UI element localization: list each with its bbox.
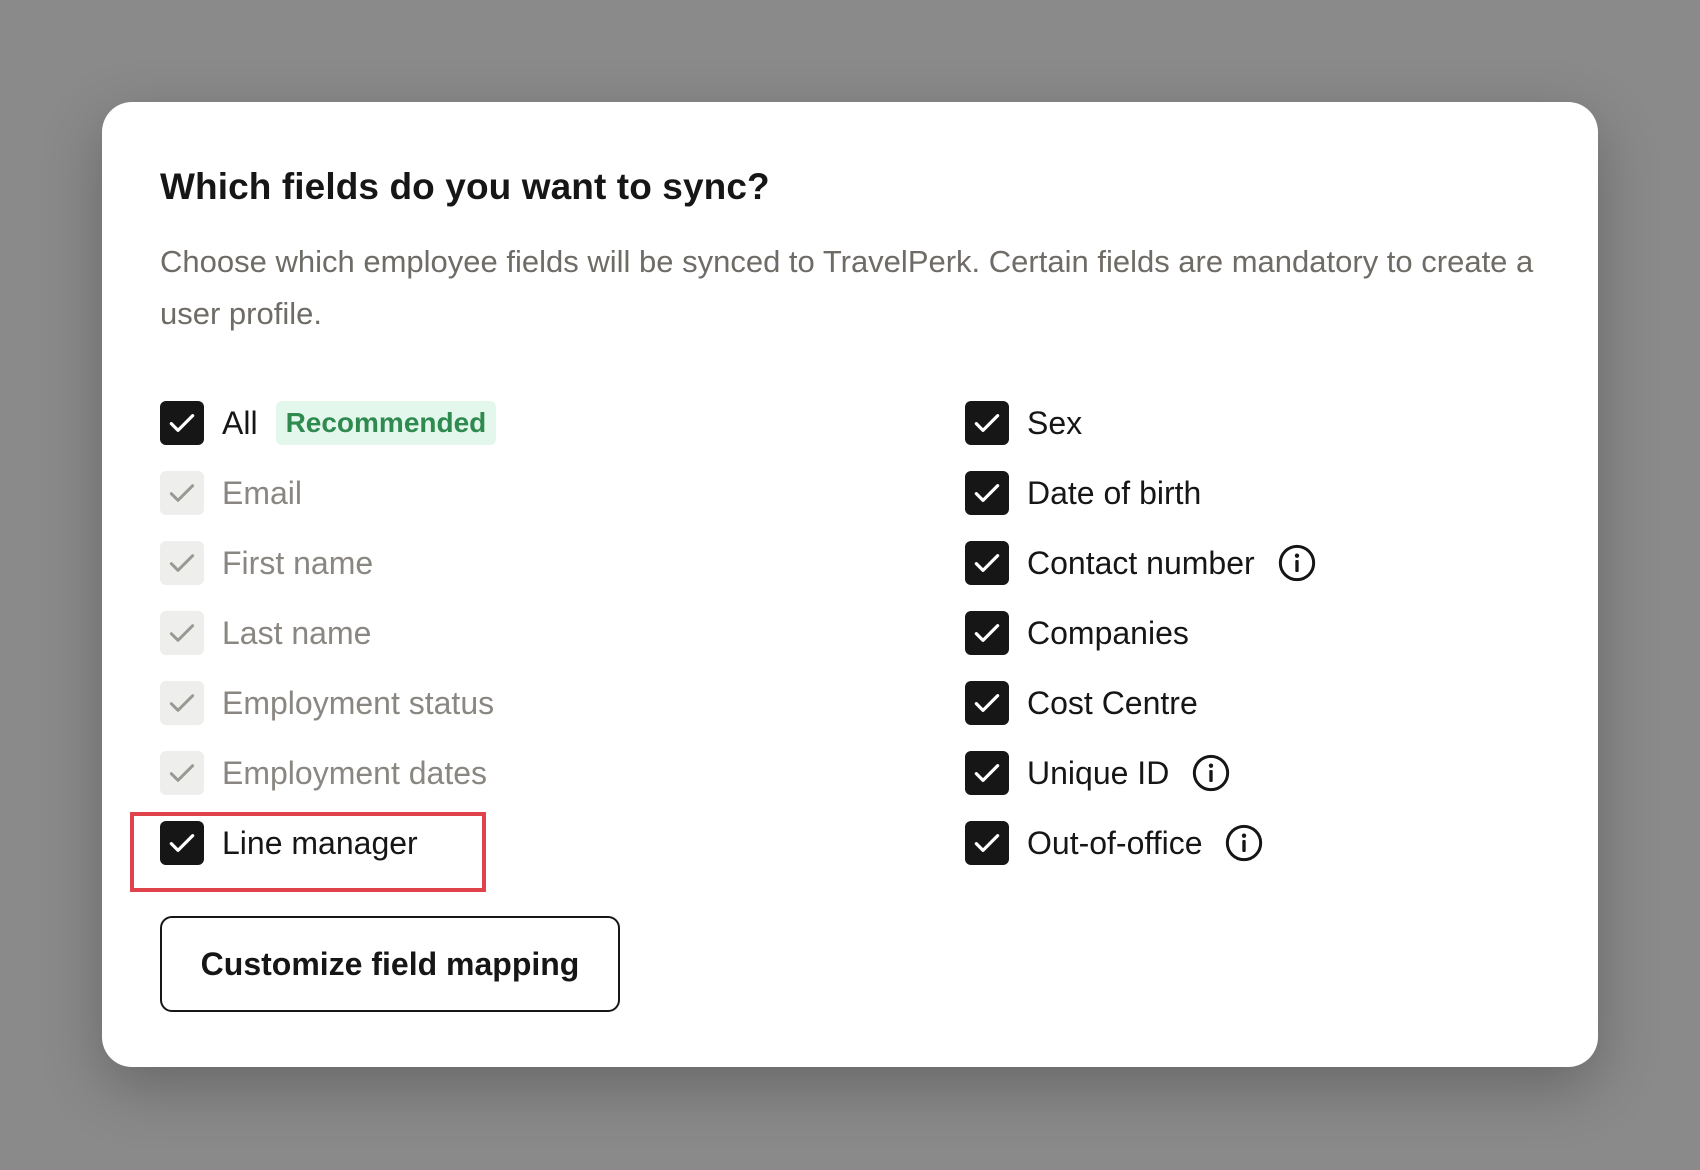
line-manager-label: Line manager [222, 824, 418, 861]
first-name-checkbox [160, 541, 204, 585]
line-manager-checkbox[interactable] [160, 821, 204, 865]
check-icon [974, 694, 1000, 712]
field-row-sex[interactable]: Sex [965, 388, 1317, 458]
sex-label: Sex [1027, 404, 1083, 441]
contact-number-label: Contact number [1027, 544, 1255, 581]
employment-dates-checkbox [160, 751, 204, 795]
employment-dates-label: Employment dates [222, 754, 488, 791]
sex-checkbox[interactable] [965, 401, 1009, 445]
check-icon [974, 414, 1000, 432]
companies-label: Companies [1027, 614, 1189, 651]
email-label: Email [222, 474, 303, 511]
check-icon [169, 834, 195, 852]
out-of-office-label: Out-of-office [1027, 824, 1203, 861]
all-label: All [222, 404, 258, 441]
field-row-email: Email [160, 458, 496, 528]
field-row-date-of-birth[interactable]: Date of birth [965, 458, 1317, 528]
check-icon [169, 554, 195, 572]
out-of-office-checkbox[interactable] [965, 821, 1009, 865]
field-row-out-of-office[interactable]: Out-of-office [965, 808, 1317, 878]
sync-fields-modal: Which fields do you want to sync? Choose… [102, 102, 1598, 1067]
field-row-first-name: First name [160, 528, 496, 598]
left-field-column: All Recommended Email First name Last na… [130, 388, 497, 892]
check-icon [974, 554, 1000, 572]
right-field-column: Sex Date of birth Contact number Compani… [965, 388, 1317, 878]
unique-id-checkbox[interactable] [965, 751, 1009, 795]
check-icon [974, 624, 1000, 642]
modal-subtitle: Choose which employee fields will be syn… [160, 244, 1534, 331]
employment-status-checkbox [160, 681, 204, 725]
field-row-all[interactable]: All Recommended [160, 388, 497, 458]
check-icon [974, 484, 1000, 502]
field-row-cost-centre[interactable]: Cost Centre [965, 668, 1317, 738]
info-icon[interactable] [1277, 543, 1317, 583]
customize-field-mapping-button[interactable]: Customize field mapping [160, 916, 620, 1012]
check-icon [169, 484, 195, 502]
date-of-birth-label: Date of birth [1027, 474, 1202, 511]
cost-centre-checkbox[interactable] [965, 681, 1009, 725]
recommended-badge: Recommended [275, 401, 497, 445]
check-icon [169, 414, 195, 432]
last-name-checkbox [160, 611, 204, 655]
field-row-employment-dates: Employment dates [160, 738, 496, 808]
date-of-birth-checkbox[interactable] [965, 471, 1009, 515]
last-name-label: Last name [222, 614, 372, 651]
contact-number-checkbox[interactable] [965, 541, 1009, 585]
modal-title: Which fields do you want to sync? [160, 166, 770, 207]
check-icon [169, 694, 195, 712]
first-name-label: First name [222, 544, 374, 581]
field-row-unique-id[interactable]: Unique ID [965, 738, 1317, 808]
check-icon [974, 764, 1000, 782]
check-icon [169, 624, 195, 642]
cost-centre-label: Cost Centre [1027, 684, 1198, 721]
field-row-companies[interactable]: Companies [965, 598, 1317, 668]
companies-checkbox[interactable] [965, 611, 1009, 655]
field-row-line-manager[interactable]: Line manager [130, 808, 496, 892]
employment-status-label: Employment status [222, 684, 495, 721]
field-row-contact-number[interactable]: Contact number [965, 528, 1317, 598]
check-icon [974, 834, 1000, 852]
field-row-employment-status: Employment status [160, 668, 496, 738]
info-icon[interactable] [1224, 823, 1264, 863]
unique-id-label: Unique ID [1027, 754, 1170, 791]
all-checkbox[interactable] [160, 401, 204, 445]
info-icon[interactable] [1191, 753, 1231, 793]
email-checkbox [160, 471, 204, 515]
field-row-last-name: Last name [160, 598, 496, 668]
check-icon [169, 764, 195, 782]
